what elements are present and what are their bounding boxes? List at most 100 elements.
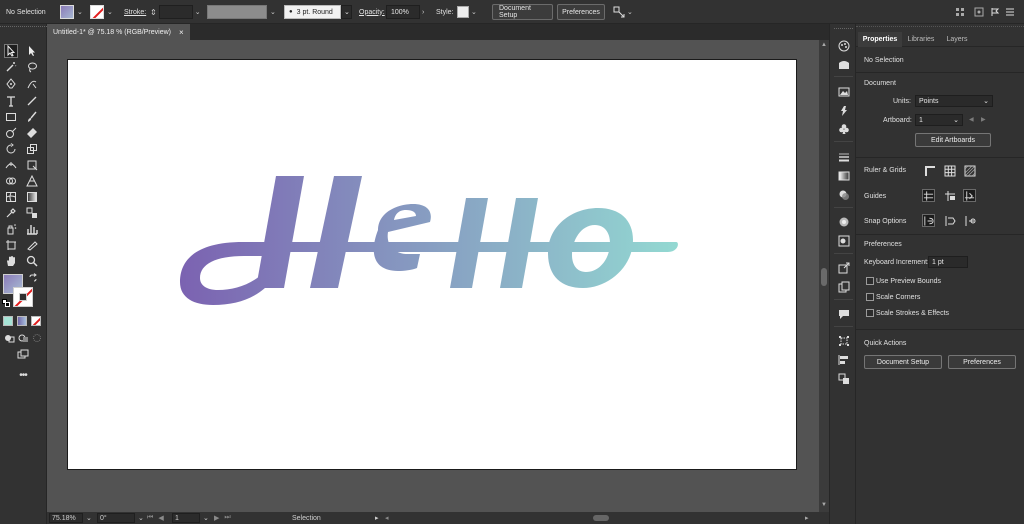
use-preview-bounds-checkbox[interactable] [866,277,874,285]
artboard-navigation-next[interactable]: ▶ ⏭ [214,512,231,524]
draw-behind-icon[interactable] [16,331,30,345]
width-tool-icon[interactable] [4,158,18,172]
quick-action-document-setup-button[interactable]: Document Setup [864,355,942,369]
lasso-tool-icon[interactable] [25,60,39,74]
toolbar-grip[interactable] [0,26,47,30]
artboard-select[interactable]: 1 ⌄ [915,114,963,126]
default-fill-stroke-icon[interactable] [2,299,10,307]
show-guides-icon[interactable] [922,189,935,202]
tab-libraries[interactable]: Libraries [902,32,940,47]
change-screen-mode-icon[interactable] [16,348,30,362]
lock-guides-icon[interactable] [943,189,956,202]
artboards-panel-icon[interactable] [837,280,850,293]
chevron-down-icon[interactable]: ⌄ [77,8,83,16]
hamburger-menu-icon[interactable] [1005,0,1015,24]
scroll-left-icon[interactable]: ◂ [385,512,389,524]
chevron-down-icon[interactable]: ⌄ [627,8,633,16]
image-trace-icon[interactable] [837,85,850,98]
column-graph-tool-icon[interactable] [25,222,39,236]
shaper-tool-icon[interactable] [4,126,18,140]
graphic-style-swatch[interactable] [457,6,469,18]
stroke-label[interactable]: Stroke: [124,0,146,24]
previous-artboard-icon[interactable]: ◀ [969,116,974,123]
preferences-button-label[interactable]: Preferences [557,4,605,20]
zoom-input[interactable]: 75.18% [49,513,83,523]
artboard-navigation[interactable]: ⏮ ◀ [147,512,164,524]
stroke-weight-input[interactable] [158,5,193,19]
stroke-swatch[interactable] [90,5,104,19]
next-artboard-icon[interactable]: ▶ [214,514,219,522]
close-icon[interactable]: × [179,28,184,37]
perspective-grid-tool-icon[interactable] [25,174,39,188]
vertical-scrollbar-thumb[interactable] [821,268,827,286]
transparency-panel-icon[interactable] [837,188,850,201]
magic-wand-tool-icon[interactable] [4,60,18,74]
stroke-swatch-control[interactable]: ⌄ [90,0,113,24]
ruler-icon[interactable] [923,164,936,177]
artboard-tool-icon[interactable] [4,238,18,252]
none-mode-icon[interactable] [31,316,41,326]
rotation-input[interactable]: 0° [97,513,135,523]
scale-strokes-effects-checkbox[interactable] [866,309,874,317]
align-icon[interactable] [955,0,965,24]
direct-selection-tool-icon[interactable] [25,44,39,58]
vertical-scrollbar[interactable]: ▲ ▼ [819,40,829,512]
scroll-up-icon[interactable]: ▲ [821,42,827,48]
comments-panel-icon[interactable] [837,307,850,320]
tab-properties[interactable]: Properties [858,32,902,47]
last-artboard-icon[interactable]: ⏭ [224,514,230,522]
arrange-documents-control[interactable]: ⌄ [613,0,633,24]
opacity-label[interactable]: Opacity: [359,0,385,24]
stroke-weight-control[interactable]: ⇕ ⌄ [150,0,201,24]
tab-layers[interactable]: Layers [940,32,974,47]
status-text[interactable]: Selection [292,512,321,524]
stroke-panel-icon[interactable] [837,150,850,163]
transform-reference-icon[interactable] [974,0,984,24]
snap-to-pixel-icon[interactable] [943,214,956,227]
eraser-tool-icon[interactable] [25,126,39,140]
scale-strokes-effects-label[interactable]: Scale Strokes & Effects [876,310,949,317]
fill-swatch[interactable] [60,5,74,19]
rectangle-tool-icon[interactable] [4,110,18,124]
keyboard-increment-input[interactable]: 1 pt [928,256,968,268]
chevron-down-icon[interactable]: ⌄ [471,8,477,16]
units-select-value[interactable]: Points [919,98,938,105]
canvas-area[interactable] [47,40,819,512]
stepper-icon[interactable]: ⇕ [150,8,157,17]
line-segment-tool-icon[interactable] [25,94,39,108]
artboard[interactable] [67,59,797,470]
color-mode-icon[interactable] [3,316,13,326]
fill-swatch-control[interactable]: ⌄ [60,0,83,24]
chevron-right-icon[interactable]: › [422,9,424,16]
graphic-styles-icon[interactable] [837,234,850,247]
type-tool-icon[interactable] [4,94,18,108]
isolate-icon[interactable] [990,0,1000,24]
next-artboard-icon[interactable]: ▶ [981,116,986,123]
stroke-label-text[interactable]: Stroke: [124,9,146,16]
style-control[interactable]: ⌄ [457,0,477,24]
opacity-control[interactable]: 100% › [386,0,424,24]
keyboard-increment-value[interactable]: 1 pt [932,259,944,266]
scroll-right-icon[interactable]: ▸ [805,512,809,524]
preferences-button[interactable]: Preferences [557,0,605,24]
snap-to-glyph-icon[interactable] [963,214,976,227]
artboard-number-control[interactable]: 1 ⌄ [172,512,209,524]
use-preview-bounds-label[interactable]: Use Preview Bounds [876,278,941,285]
document-tab-title[interactable]: Untitled-1* @ 75.18 % (RGB/Preview) [53,29,171,36]
zoom-control[interactable]: 75.18% ⌄ [49,512,92,524]
blend-tool-icon[interactable] [25,206,39,220]
variable-width-profile[interactable] [207,0,267,24]
export-asset-icon[interactable] [837,261,850,274]
quick-action-preferences-button[interactable]: Preferences [948,355,1016,369]
color-guide-icon[interactable] [837,57,850,70]
hello-lettering[interactable] [180,176,678,305]
chevron-down-icon[interactable]: ⌄ [138,514,144,522]
scale-corners-label[interactable]: Scale Corners [876,294,920,301]
chevron-down-icon[interactable]: ⌄ [983,97,989,105]
artboard-number-input[interactable]: 1 [172,513,200,523]
rotation-control[interactable]: 0° ⌄ [97,512,144,524]
hand-tool-icon[interactable] [4,254,18,268]
chevron-down-icon[interactable]: ⌄ [203,514,209,522]
opacity-input[interactable]: 100% [386,5,420,19]
scale-tool-icon[interactable] [25,142,39,156]
